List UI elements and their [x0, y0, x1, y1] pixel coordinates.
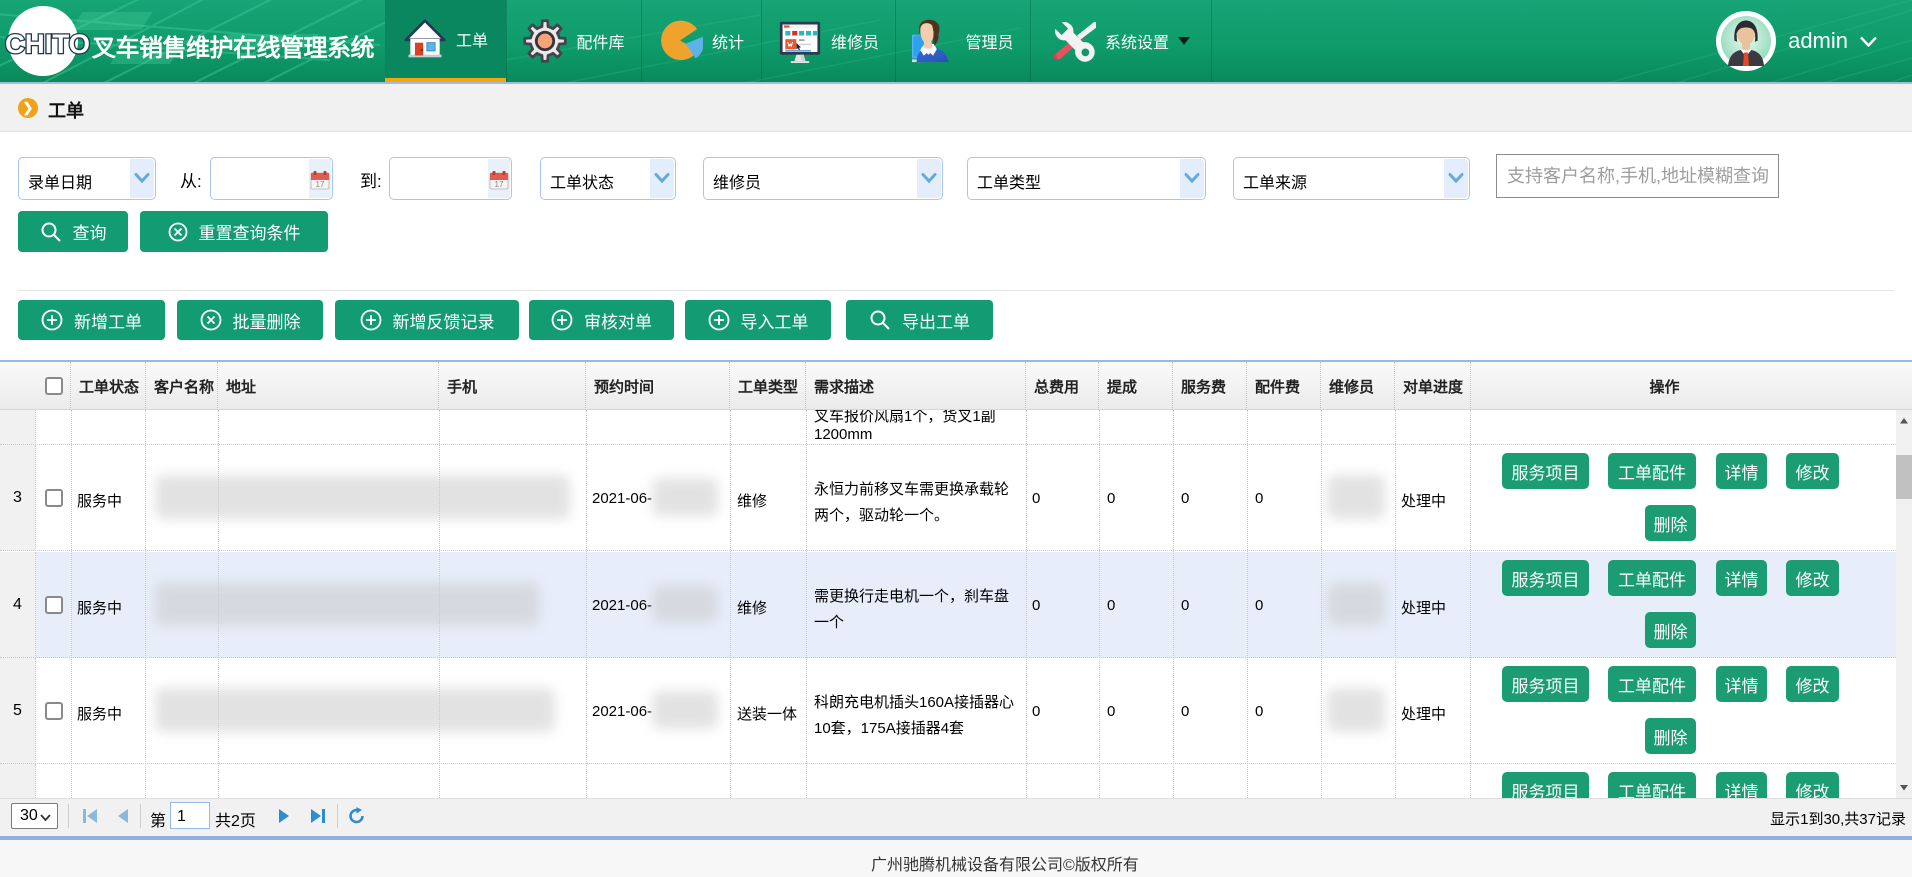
svg-text:17: 17: [495, 180, 504, 189]
svg-text:CHITO: CHITO: [5, 29, 90, 59]
svg-text:17: 17: [316, 180, 325, 189]
